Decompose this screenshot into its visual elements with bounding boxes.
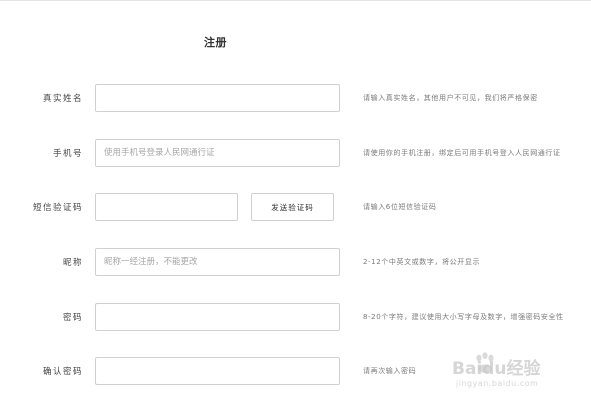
phone-hint: 请使用你的手机注册，绑定后可用手机号登入人民网通行证 xyxy=(363,149,561,157)
sms-code-input[interactable] xyxy=(95,193,238,221)
confirm-password-input[interactable] xyxy=(95,357,340,385)
baidu-jingyan-watermark: Baidu经验 jingyan.baidu.com xyxy=(452,352,582,396)
sms-code-hint: 请输入6位短信验证码 xyxy=(363,203,437,211)
password-row: 密码 8-20个字符，建议使用大小写字母及数字，增强密码安全性 xyxy=(0,303,591,333)
sms-code-row: 短信验证码 发送验证码 请输入6位短信验证码 xyxy=(0,193,591,223)
watermark-url: jingyan.baidu.com xyxy=(456,379,539,388)
top-divider xyxy=(0,0,591,1)
password-label: 密码 xyxy=(62,313,83,323)
real-name-hint: 请输入真实姓名，其他用户不可见，我们将严格保密 xyxy=(363,94,538,102)
phone-row: 手机号 请使用你的手机注册，绑定后可用手机号登入人民网通行证 xyxy=(0,139,591,169)
phone-input[interactable] xyxy=(95,139,340,167)
nickname-hint: 2-12个中英文或数字，将公开显示 xyxy=(363,258,481,266)
page-title: 注册 xyxy=(204,36,227,49)
confirm-password-label: 确认密码 xyxy=(42,367,83,377)
phone-label: 手机号 xyxy=(52,149,83,159)
real-name-input[interactable] xyxy=(95,84,340,112)
real-name-label: 真实姓名 xyxy=(42,94,83,104)
watermark-brand: Baidu经验 xyxy=(452,359,541,379)
real-name-row: 真实姓名 请输入真实姓名，其他用户不可见，我们将严格保密 xyxy=(0,84,591,114)
nickname-input[interactable] xyxy=(95,248,340,276)
password-input[interactable] xyxy=(95,303,340,331)
confirm-password-hint: 请再次输入密码 xyxy=(363,367,417,375)
sms-code-label: 短信验证码 xyxy=(32,203,83,213)
nickname-label: 昵称 xyxy=(62,258,83,268)
nickname-row: 昵称 2-12个中英文或数字，将公开显示 xyxy=(0,248,591,278)
password-hint: 8-20个字符，建议使用大小写字母及数字，增强密码安全性 xyxy=(363,313,564,321)
send-sms-code-button[interactable]: 发送验证码 xyxy=(251,193,334,221)
